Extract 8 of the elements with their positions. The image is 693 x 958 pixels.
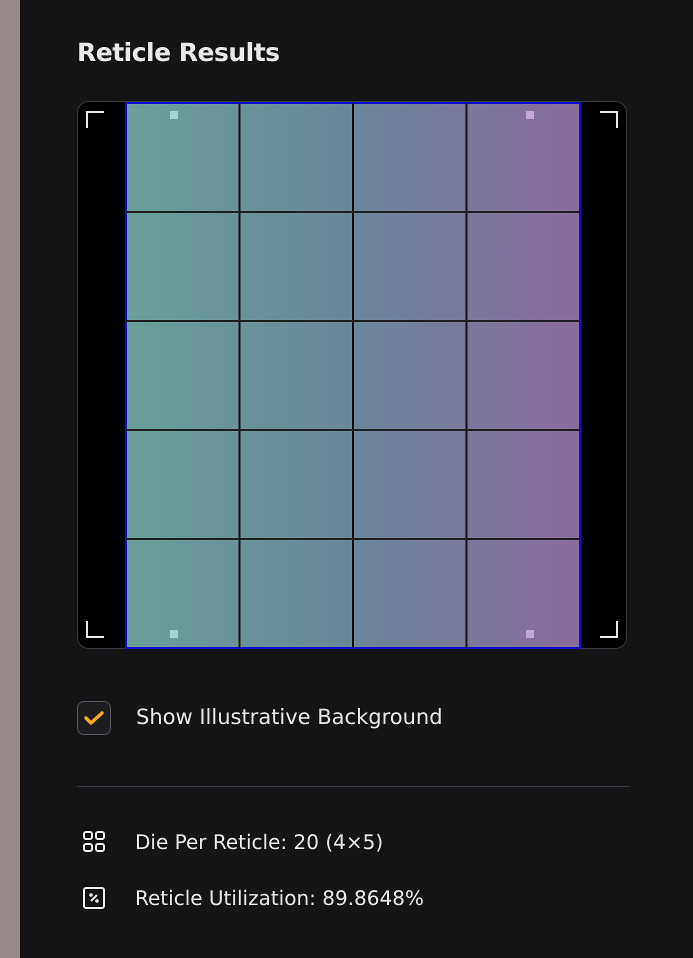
stat-text: Die Per Reticle: 20 (4×5) (135, 829, 384, 856)
stat-text: Reticle Utilization: 89.8648% (135, 885, 424, 912)
checkbox[interactable] (77, 701, 111, 735)
checkbox-label[interactable]: Show Illustrative Background (136, 702, 443, 734)
check-icon (84, 710, 104, 726)
panel-title: Reticle Results (77, 38, 281, 68)
percent-icon (82, 886, 106, 910)
grid-icon (82, 830, 106, 854)
